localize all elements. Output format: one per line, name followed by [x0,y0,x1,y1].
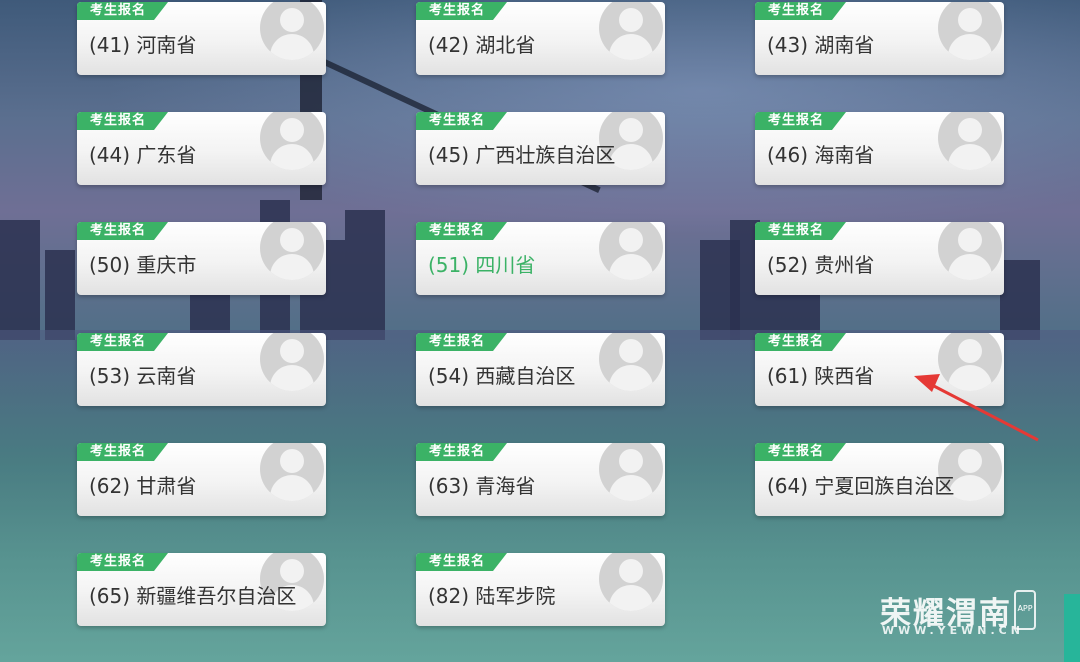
exam-registration-tag: 考生报名 [416,112,507,130]
exam-registration-tag: 考生报名 [755,2,846,20]
province-card-label: (54) 西藏自治区 [428,364,576,388]
exam-registration-tag: 考生报名 [77,112,168,130]
user-avatar-icon [599,222,663,280]
province-card[interactable]: 考生报名 (45) 广西壮族自治区 [416,112,665,185]
province-card-label: (64) 宁夏回族自治区 [767,474,955,498]
user-avatar-icon [260,333,324,391]
province-card-label: (52) 贵州省 [767,253,875,277]
province-card[interactable]: 考生报名 (62) 甘肃省 [77,443,326,516]
user-avatar-icon [938,112,1002,170]
province-card[interactable]: 考生报名 (64) 宁夏回族自治区 [755,443,1004,516]
province-card[interactable]: 考生报名 (44) 广东省 [77,112,326,185]
province-card[interactable]: 考生报名 (54) 西藏自治区 [416,333,665,406]
province-card-label: (45) 广西壮族自治区 [428,143,616,167]
exam-registration-tag: 考生报名 [77,222,168,240]
province-card-label: (62) 甘肃省 [89,474,197,498]
user-avatar-icon [260,2,324,60]
user-avatar-icon [599,443,663,501]
user-avatar-icon [938,2,1002,60]
province-card-label: (53) 云南省 [89,364,197,388]
province-card-label: (65) 新疆维吾尔自治区 [89,584,297,608]
province-card-label: (51) 四川省 [428,253,536,277]
province-card-label: (46) 海南省 [767,143,875,167]
exam-registration-tag: 考生报名 [755,443,846,461]
province-card[interactable]: 考生报名 (61) 陕西省 [755,333,1004,406]
province-card-label: (44) 广东省 [89,143,197,167]
yewn-watermark-logo: 荣耀渭南 WWW.YEWN.CN APP [880,588,1040,638]
exam-registration-tag: 考生报名 [416,2,507,20]
user-avatar-icon [599,333,663,391]
exam-registration-tag: 考生报名 [755,112,846,130]
province-card-label: (42) 湖北省 [428,33,536,57]
exam-registration-tag: 考生报名 [77,2,168,20]
exam-registration-tag: 考生报名 [416,222,507,240]
watermark-url: WWW.YEWN.CN [882,624,1024,637]
exam-registration-tag: 考生报名 [77,553,168,571]
province-card-label: (63) 青海省 [428,474,536,498]
exam-registration-tag: 考生报名 [755,333,846,351]
province-card[interactable]: 考生报名 (41) 河南省 [77,2,326,75]
province-card[interactable]: 考生报名 (51) 四川省 [416,222,665,295]
user-avatar-icon [260,222,324,280]
province-card-label: (61) 陕西省 [767,364,875,388]
exam-registration-tag: 考生报名 [416,333,507,351]
province-card[interactable]: 考生报名 (46) 海南省 [755,112,1004,185]
province-card-label: (41) 河南省 [89,33,197,57]
user-avatar-icon [938,222,1002,280]
user-avatar-icon [260,443,324,501]
province-card[interactable]: 考生报名 (53) 云南省 [77,333,326,406]
province-card[interactable]: 考生报名 (42) 湖北省 [416,2,665,75]
user-avatar-icon [260,112,324,170]
exam-registration-tag: 考生报名 [416,553,507,571]
province-card[interactable]: 考生报名 (63) 青海省 [416,443,665,516]
side-float-tab[interactable] [1064,594,1080,662]
province-card[interactable]: 考生报名 (50) 重庆市 [77,222,326,295]
province-card[interactable]: 考生报名 (52) 贵州省 [755,222,1004,295]
province-card[interactable]: 考生报名 (65) 新疆维吾尔自治区 [77,553,326,626]
user-avatar-icon [938,333,1002,391]
province-card-label: (50) 重庆市 [89,253,197,277]
phone-app-icon: APP [1014,590,1036,630]
province-card-label: (82) 陆军步院 [428,584,556,608]
province-card-label: (43) 湖南省 [767,33,875,57]
user-avatar-icon [599,2,663,60]
user-avatar-icon [599,553,663,611]
exam-registration-tag: 考生报名 [416,443,507,461]
exam-registration-tag: 考生报名 [755,222,846,240]
exam-registration-tag: 考生报名 [77,333,168,351]
province-card[interactable]: 考生报名 (43) 湖南省 [755,2,1004,75]
watermark-app-label: APP [1017,604,1033,613]
province-card[interactable]: 考生报名 (82) 陆军步院 [416,553,665,626]
exam-registration-tag: 考生报名 [77,443,168,461]
